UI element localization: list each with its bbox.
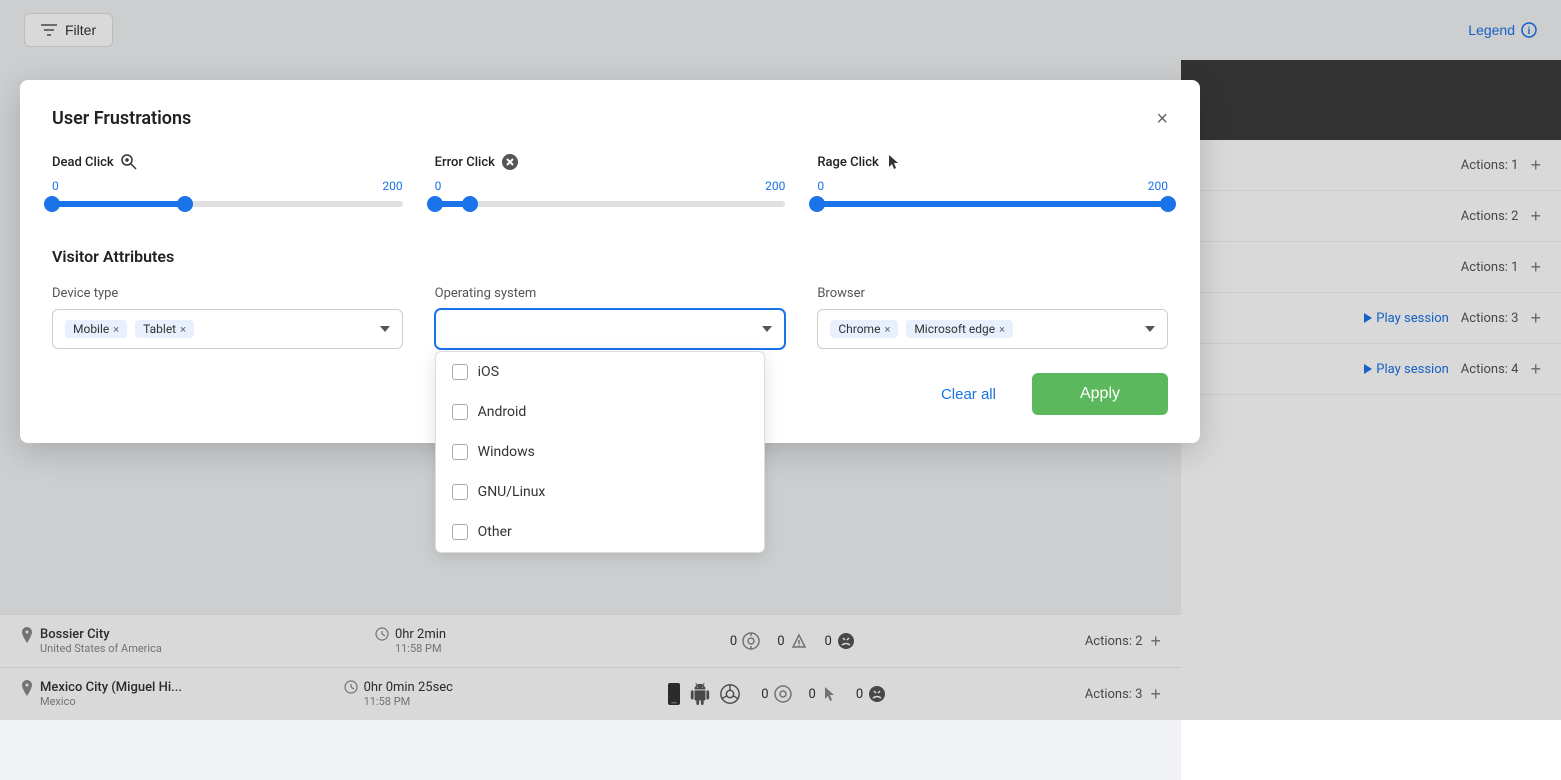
browser-select[interactable]: Chrome × Microsoft edge × — [817, 309, 1168, 349]
slider-fill — [817, 201, 1168, 207]
slider-track[interactable] — [435, 201, 786, 207]
browser-tag-chrome: Chrome × — [830, 320, 898, 338]
slider-fill — [52, 201, 185, 207]
dead-click-header: Dead Click — [52, 153, 403, 171]
range-labels: 0 200 — [52, 179, 403, 193]
device-type-tag-mobile: Mobile × — [65, 320, 127, 338]
os-field-wrapper: Operating system iOS Android — [435, 286, 786, 349]
close-icon: × — [1156, 108, 1168, 130]
error-click-label: Error Click — [435, 155, 495, 170]
dead-click-slider: Dead Click 0 200 — [52, 153, 403, 215]
dropdown-label-other: Other — [478, 524, 512, 540]
slider-thumb-right[interactable] — [462, 196, 478, 212]
dead-click-label: Dead Click — [52, 155, 114, 170]
os-select[interactable] — [435, 309, 786, 349]
device-type-tag-tablet: Tablet × — [135, 320, 194, 338]
clear-all-button[interactable]: Clear all — [921, 376, 1016, 413]
remove-mobile-tag[interactable]: × — [113, 323, 119, 336]
modal-header: User Frustrations × — [52, 108, 1168, 129]
dropdown-label-gnulinux: GNU/Linux — [478, 484, 546, 500]
rage-click-label: Rage Click — [817, 155, 878, 170]
slider-track[interactable] — [817, 201, 1168, 207]
cursor-icon — [885, 153, 903, 171]
dropdown-item-other[interactable]: Other — [436, 512, 764, 552]
checkbox-gnulinux[interactable] — [452, 484, 468, 500]
os-label: Operating system — [435, 286, 786, 301]
clear-all-label: Clear all — [941, 386, 996, 403]
visitor-attributes-section: Visitor Attributes Device type Mobile × … — [52, 247, 1168, 349]
error-click-header: Error Click — [435, 153, 786, 171]
slider-thumb-left[interactable] — [427, 196, 443, 212]
dropdown-item-gnulinux[interactable]: GNU/Linux — [436, 472, 764, 512]
dropdown-item-windows[interactable]: Windows — [436, 432, 764, 472]
checkbox-ios[interactable] — [452, 364, 468, 380]
remove-chrome-tag[interactable]: × — [884, 323, 890, 336]
range-labels: 0 200 — [435, 179, 786, 193]
checkbox-other[interactable] — [452, 524, 468, 540]
modal-title: User Frustrations — [52, 108, 191, 129]
chevron-down-icon — [762, 326, 772, 332]
apply-label: Apply — [1080, 385, 1120, 402]
range-max: 200 — [1148, 179, 1168, 193]
error-click-slider: Error Click 0 200 — [435, 153, 786, 215]
dropdown-label-windows: Windows — [478, 444, 535, 460]
browser-label: Browser — [817, 286, 1168, 301]
chevron-down-icon — [380, 326, 390, 332]
apply-button[interactable]: Apply — [1032, 373, 1168, 415]
dropdown-item-android[interactable]: Android — [436, 392, 764, 432]
range-min: 0 — [435, 179, 442, 193]
device-type-select[interactable]: Mobile × Tablet × — [52, 309, 403, 349]
filter-modal: User Frustrations × Dead Click 0 200 — [20, 80, 1200, 443]
slider-track[interactable] — [52, 201, 403, 207]
rage-click-header: Rage Click — [817, 153, 1168, 171]
browser-field: Browser Chrome × Microsoft edge × — [817, 286, 1168, 349]
os-search-input[interactable] — [448, 322, 755, 337]
checkbox-android[interactable] — [452, 404, 468, 420]
device-type-label: Device type — [52, 286, 403, 301]
slider-thumb-left[interactable] — [809, 196, 825, 212]
dropdown-item-ios[interactable]: iOS — [436, 352, 764, 392]
range-min: 0 — [817, 179, 824, 193]
slider-thumb-right[interactable] — [1160, 196, 1176, 212]
device-type-field: Device type Mobile × Tablet × — [52, 286, 403, 349]
range-max: 200 — [382, 179, 402, 193]
slider-thumb-right[interactable] — [177, 196, 193, 212]
dropdown-label-ios: iOS — [478, 364, 499, 380]
frustration-grid: Dead Click 0 200 Error Click — [52, 153, 1168, 215]
search-magnify-icon — [120, 153, 138, 171]
range-min: 0 — [52, 179, 59, 193]
slider-thumb-left[interactable] — [44, 196, 60, 212]
close-button[interactable]: × — [1156, 109, 1168, 129]
range-labels: 0 200 — [817, 179, 1168, 193]
visitor-attributes-title: Visitor Attributes — [52, 247, 1168, 266]
range-max: 200 — [765, 179, 785, 193]
rage-click-slider: Rage Click 0 200 — [817, 153, 1168, 215]
remove-edge-tag[interactable]: × — [999, 323, 1005, 336]
browser-tag-edge: Microsoft edge × — [906, 320, 1013, 338]
checkbox-windows[interactable] — [452, 444, 468, 460]
remove-tablet-tag[interactable]: × — [180, 323, 186, 336]
attributes-grid: Device type Mobile × Tablet × Operating … — [52, 286, 1168, 349]
os-dropdown: iOS Android Windows GNU/Linux — [435, 351, 765, 553]
chevron-down-icon — [1145, 326, 1155, 332]
error-x-icon — [501, 153, 519, 171]
dropdown-label-android: Android — [478, 404, 527, 420]
